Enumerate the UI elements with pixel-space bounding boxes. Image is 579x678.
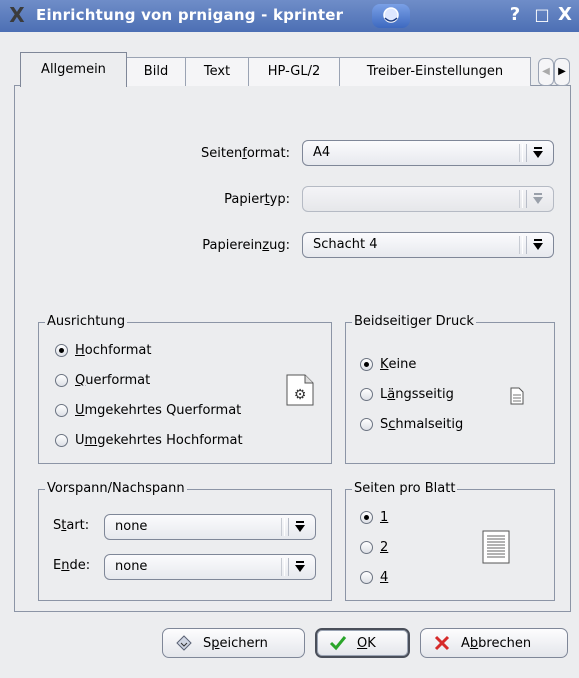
help-button[interactable]: ? xyxy=(505,5,525,25)
radio-indicator[interactable] xyxy=(55,374,68,387)
maximize-button[interactable]: □ xyxy=(532,5,552,25)
tab-label: Allgemein xyxy=(41,62,106,77)
cancel-x-icon xyxy=(433,634,451,652)
dropdown-arrow-icon[interactable] xyxy=(288,518,311,536)
dropdown-arrow-icon[interactable] xyxy=(526,236,549,254)
ende-label: Ende: xyxy=(53,558,91,573)
radio-laengsseitig[interactable]: Lä ngsseitig xyxy=(360,387,454,402)
radio-hochformat[interactable]: Hochformat xyxy=(55,343,152,358)
start-select[interactable]: none xyxy=(104,514,316,540)
ende-select[interactable]: none xyxy=(104,554,316,580)
papiereinzug-label: Papiereinzug: xyxy=(202,238,290,253)
save-label: Speichern xyxy=(203,635,268,651)
radio-indicator[interactable] xyxy=(55,404,68,417)
radio-umgekehrtes-querformat[interactable]: Umgekehrtes Querformat xyxy=(55,403,241,418)
radio-indicator[interactable] xyxy=(360,571,373,584)
seiten-pro-blatt-title: Seiten pro Blatt xyxy=(352,481,458,496)
papiertyp-select xyxy=(302,186,554,212)
radio-indicator[interactable] xyxy=(360,388,373,401)
combo-separator xyxy=(519,236,523,254)
cancel-button[interactable]: Abbrechen xyxy=(420,628,568,658)
svg-text:⚙: ⚙ xyxy=(294,387,307,403)
radio-umgekehrtes-hochformat[interactable]: Um gekehrtes Hochformat xyxy=(55,433,243,448)
save-icon xyxy=(175,634,193,652)
dropdown-arrow-icon xyxy=(526,190,549,208)
radio-pages-4[interactable]: 4 xyxy=(360,570,388,585)
combo-separator xyxy=(519,144,523,162)
seitenformat-select[interactable]: A4 xyxy=(302,140,554,166)
combo-separator xyxy=(519,190,523,208)
tab-label: Text xyxy=(203,64,231,79)
papiereinzug-select[interactable]: Schacht 4 xyxy=(302,232,554,258)
start-value: none xyxy=(115,519,148,534)
sticky-pin-icon[interactable] xyxy=(372,4,410,28)
radio-indicator[interactable] xyxy=(360,511,373,524)
print-setup-dialog: X Einrichtung von prnigang - kprinter ? … xyxy=(0,0,579,678)
dropdown-arrow-icon[interactable] xyxy=(288,558,311,576)
radio-keine[interactable]: Keine xyxy=(360,357,416,372)
tab-allgemein[interactable]: Allgemein xyxy=(20,52,127,87)
dropdown-arrow-icon[interactable] xyxy=(526,144,549,162)
pages-preview-icon xyxy=(482,530,510,568)
window-title: Einrichtung von prnigang - kprinter xyxy=(36,6,344,24)
tab-text[interactable]: Text xyxy=(185,57,249,86)
tab-scroll-left-button[interactable]: ◀ xyxy=(538,58,554,86)
papiereinzug-value: Schacht 4 xyxy=(313,237,378,252)
vorspann-group: Vorspann/Nachspann Start: none Ende: non… xyxy=(38,481,332,601)
radio-indicator[interactable] xyxy=(360,418,373,431)
ok-button[interactable]: OK xyxy=(315,628,410,658)
start-label: Start: xyxy=(53,518,90,533)
combo-separator xyxy=(281,558,285,576)
radio-pages-1[interactable]: 1 xyxy=(360,510,388,525)
beidseitig-title: Beidseitiger Druck xyxy=(352,314,476,329)
cancel-label: Abbrechen xyxy=(461,635,532,651)
ende-value: none xyxy=(115,559,148,574)
radio-indicator[interactable] xyxy=(360,358,373,371)
papiertyp-label: Papiertyp: xyxy=(224,192,290,207)
radio-querformat[interactable]: Querformat xyxy=(55,373,150,388)
combo-separator xyxy=(281,518,285,536)
duplex-preview-icon xyxy=(510,387,524,409)
close-button[interactable]: X xyxy=(555,5,575,25)
tab-bild[interactable]: Bild xyxy=(126,57,186,86)
tab-treiber-einstellungen[interactable]: Treiber-Einstellungen xyxy=(339,57,531,86)
seitenformat-label: Seitenformat: xyxy=(201,146,290,161)
kde-x-icon[interactable]: X xyxy=(6,4,28,26)
ok-label: OK xyxy=(357,635,376,651)
radio-indicator[interactable] xyxy=(55,434,68,447)
radio-indicator[interactable] xyxy=(360,541,373,554)
seitenformat-value: A4 xyxy=(313,145,331,160)
tab-label: Treiber-Einstellungen xyxy=(366,64,504,79)
title-bar[interactable]: X Einrichtung von prnigang - kprinter ? … xyxy=(0,0,579,32)
radio-pages-2[interactable]: 2 xyxy=(360,540,388,555)
ausrichtung-title: Ausrichtung xyxy=(45,314,128,329)
vorspann-title: Vorspann/Nachspann xyxy=(45,481,187,496)
tab-label: HP-GL/2 xyxy=(267,64,321,79)
seiten-pro-blatt-group: Seiten pro Blatt 1 2 4 xyxy=(345,481,555,601)
save-button[interactable]: Speichern xyxy=(162,628,305,658)
tab-scroll-right-button[interactable]: ▶ xyxy=(554,58,570,86)
checkmark-icon xyxy=(329,634,347,652)
tab-label: Bild xyxy=(143,64,169,79)
tab-hpgl2[interactable]: HP-GL/2 xyxy=(248,57,340,86)
radio-indicator[interactable] xyxy=(55,344,68,357)
orientation-preview-icon: ⚙ xyxy=(285,373,315,411)
beidseitig-group: Beidseitiger Druck Keine Lä ngsseitig Sch… xyxy=(345,314,555,464)
ausrichtung-group: Ausrichtung Hochformat Querformat Umgeke… xyxy=(38,314,332,464)
radio-schmalseitig[interactable]: Sc hmalseitig xyxy=(360,417,463,432)
